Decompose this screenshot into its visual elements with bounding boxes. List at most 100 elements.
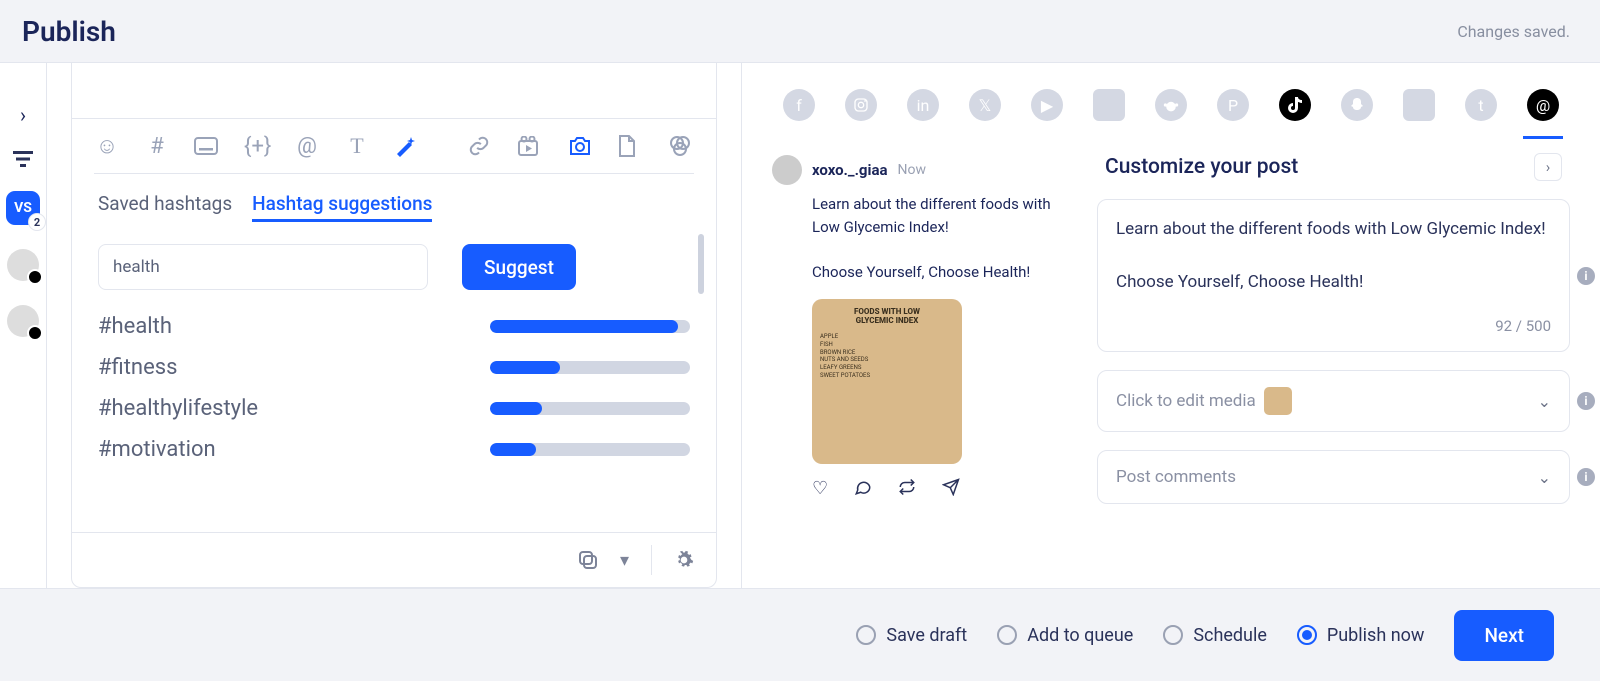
customize-next-icon[interactable]: › [1534,153,1562,181]
suggest-button[interactable]: Suggest [462,244,576,290]
reddit-icon[interactable] [1155,89,1187,121]
workspace-badge[interactable]: VS 2 [6,191,40,225]
hashtag-icon[interactable]: # [144,134,170,159]
preview-body: xoxo._.giaa Now Learn about the differen… [742,135,1600,588]
footer-bar: Save draft Add to queue Schedule Publish… [0,589,1600,681]
save-status: Changes saved. [1457,22,1570,41]
customize-panel: Customize your post › Learn about the di… [1097,135,1570,588]
edit-media-card[interactable]: Click to edit media ⌄ i [1097,370,1570,432]
hashtag-score-bar [490,320,690,333]
post-comments-card[interactable]: Post comments ⌄ i [1097,450,1570,504]
left-rail: › VS 2 [0,63,47,588]
editor-footer-tools: ▾ [72,532,716,587]
scrollbar[interactable] [698,234,704,294]
hashtag-suggestion[interactable]: #motivation [98,431,690,468]
youtube-icon[interactable]: ▶ [1031,89,1063,121]
linkedin-icon[interactable]: in [907,89,939,121]
hashtag-dropdown: Saved hashtags Hashtag suggestions Sugge… [94,173,694,468]
schedule-radio[interactable]: Schedule [1163,625,1267,646]
workspace-label: VS [14,200,32,216]
link-icon[interactable] [468,135,494,157]
publish-now-label: Publish now [1327,625,1425,646]
editor-card: ☺ # {+} @ T [71,63,717,588]
preview-time: Now [898,162,927,178]
hashtag-search-row: Suggest [98,244,690,290]
next-button[interactable]: Next [1454,610,1554,661]
hashtag-tabs: Saved hashtags Hashtag suggestions [94,184,694,232]
x-icon[interactable]: 𝕏 [969,89,1001,121]
camera-icon[interactable] [568,136,594,156]
char-counter: 92 / 500 [1116,317,1551,335]
hashtag-suggestion[interactable]: #fitness [98,349,690,386]
hashtag-score-bar [490,402,690,415]
magic-icon[interactable] [394,135,420,157]
preview-image-title: FOODS WITH LOW GLYCEMIC INDEX [820,307,954,325]
copy-icon[interactable] [578,550,598,570]
threads-icon[interactable]: @ [1527,89,1559,121]
snapchat-icon[interactable] [1341,89,1373,121]
filter-icon[interactable] [13,151,33,167]
save-draft-label: Save draft [886,625,967,646]
social-network-row: f in 𝕏 ▶ P t @ [742,63,1600,135]
editor-panel: ☺ # {+} @ T [47,63,742,588]
add-to-queue-label: Add to queue [1027,625,1133,646]
page-title: Publish [22,15,116,48]
hashtag-input[interactable] [98,244,428,290]
hashtag-score-bar [490,443,690,456]
caption-icon[interactable] [194,137,220,155]
preview-text: Learn about the different foods with Low… [812,193,1067,283]
like-icon[interactable]: ♡ [812,478,828,499]
preview-image-items: APPLE FISH BROWN RICE NUTS AND SEEDS LEA… [820,333,954,380]
chevron-down-icon: ⌄ [1538,392,1551,411]
template-icon[interactable]: {+} [244,134,270,159]
dropdown-icon[interactable]: ▾ [620,550,629,571]
info-icon[interactable]: i [1577,468,1595,486]
gear-icon[interactable] [674,550,694,570]
mention-icon[interactable]: @ [294,134,320,159]
threads-mini-icon [27,325,43,341]
preview-actions: ♡ [812,478,1067,499]
video-icon[interactable] [518,136,544,156]
hashtag-suggestion[interactable]: #healthylifestyle [98,390,690,427]
document-icon[interactable] [618,135,644,157]
account-avatar-2[interactable] [7,305,39,337]
overlap-icon[interactable] [668,134,694,158]
text-icon[interactable]: T [344,133,370,159]
comment-icon[interactable] [854,478,872,499]
info-icon[interactable]: i [1577,267,1595,285]
share-icon[interactable] [942,478,960,499]
main-area: › VS 2 ☺ # {+} @ T [0,62,1600,589]
blog-icon[interactable] [1403,89,1435,121]
post-preview: xoxo._.giaa Now Learn about the differen… [772,135,1087,588]
hashtag-label: #fitness [98,355,177,380]
tiktok-icon[interactable] [1279,89,1311,121]
customize-text-card[interactable]: Learn about the different foods with Low… [1097,199,1570,352]
tumblr-icon[interactable]: t [1465,89,1497,121]
preview-avatar [772,155,802,185]
pinterest-icon[interactable]: P [1217,89,1249,121]
facebook-icon[interactable]: f [783,89,815,121]
media-thumb [1264,387,1292,415]
tab-saved-hashtags[interactable]: Saved hashtags [98,192,232,222]
hashtag-suggestion[interactable]: #health [98,308,690,345]
info-icon[interactable]: i [1577,392,1595,410]
preview-username: xoxo._.giaa [812,161,888,179]
add-to-queue-radio[interactable]: Add to queue [997,625,1133,646]
repost-icon[interactable] [898,478,916,499]
gmb-icon[interactable] [1093,89,1125,121]
save-draft-radio[interactable]: Save draft [856,625,967,646]
hashtag-list: #health #fitness #healthylifestyle #motivat… [94,308,694,468]
account-avatar-1[interactable] [7,249,39,281]
workspace-count: 2 [28,213,46,231]
app-header: Publish Changes saved. [0,0,1600,62]
post-comments-label: Post comments [1116,467,1236,487]
emoji-icon[interactable]: ☺ [94,133,120,159]
customize-heading: Customize your post [1105,155,1298,179]
expand-rail-icon[interactable]: › [20,103,26,127]
preview-image: FOODS WITH LOW GLYCEMIC INDEX APPLE FISH… [812,299,962,464]
tab-hashtag-suggestions[interactable]: Hashtag suggestions [252,192,432,222]
hashtag-label: #health [98,314,172,339]
publish-now-radio[interactable]: Publish now [1297,625,1425,646]
instagram-icon[interactable] [845,89,877,121]
compose-area[interactable] [72,63,716,118]
